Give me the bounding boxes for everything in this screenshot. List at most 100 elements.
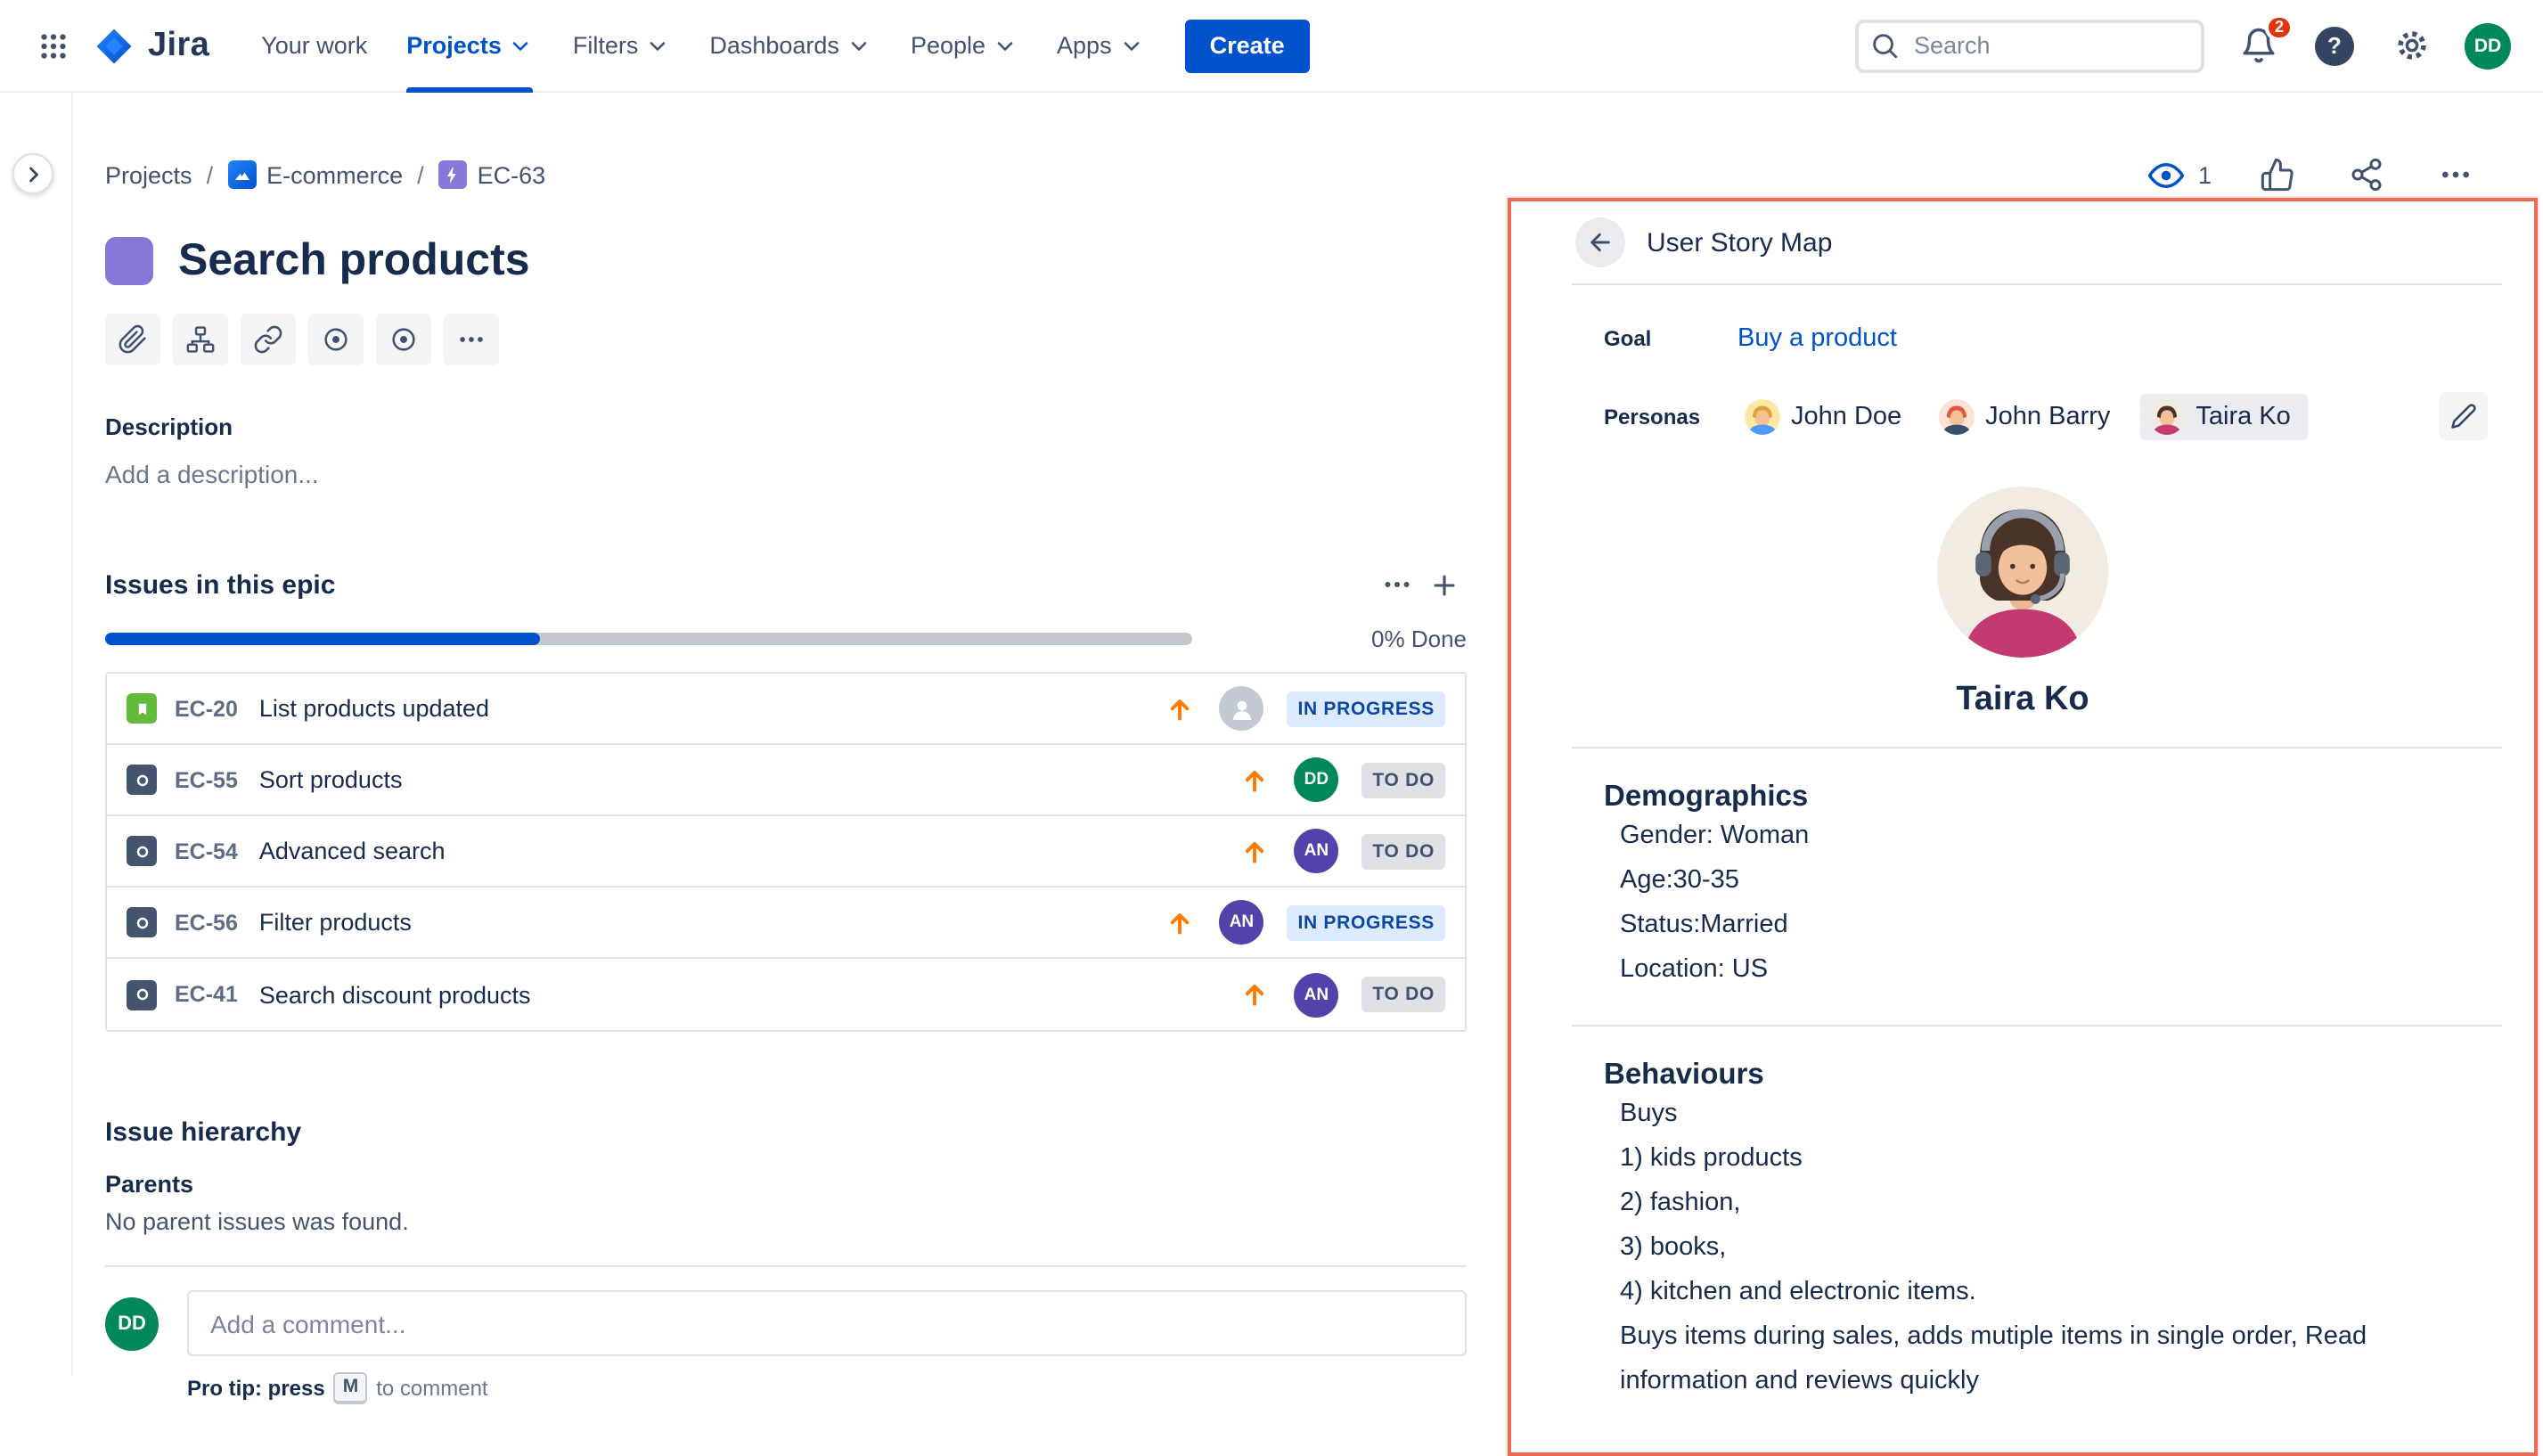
gear-icon [2392, 27, 2430, 64]
issue-row[interactable]: EC-20 List products updated IN PROGRESS [107, 674, 1465, 745]
divider [1572, 283, 2502, 285]
persona-chip-john-doe[interactable]: John Doe [1738, 393, 1909, 439]
persona-chip-taira-ko[interactable]: Taira Ko [2140, 393, 2308, 439]
jira-logo-icon [93, 24, 135, 67]
breadcrumb-projects[interactable]: Projects [105, 161, 192, 188]
notifications-button[interactable]: 2 [2235, 22, 2281, 69]
story-type-icon [127, 693, 157, 724]
epic-type-icon [438, 160, 467, 189]
attach-button[interactable] [105, 314, 160, 365]
issue-row-meta: IN PROGRESS [1164, 686, 1445, 731]
nav-item-people[interactable]: People [911, 0, 1018, 92]
add-child-issue-button[interactable] [173, 314, 228, 365]
behaviours-title: Behaviours [1604, 1059, 2463, 1092]
navbar-left: Jira Your work Projects Filters Dashboar… [25, 0, 1310, 91]
issue-key-link[interactable]: EC-54 [175, 838, 238, 863]
current-user-avatar: DD [105, 1296, 159, 1350]
issue-summary[interactable]: Search discount products [259, 981, 531, 1008]
watch-button[interactable]: 1 [2148, 156, 2212, 193]
settings-button[interactable] [2388, 22, 2434, 69]
more-tools-button[interactable] [444, 314, 499, 365]
target-button[interactable] [376, 314, 431, 365]
ring-icon [133, 913, 151, 931]
goal-link[interactable]: Buy a product [1738, 324, 1897, 353]
assignee-avatar[interactable]: AN [1219, 900, 1263, 945]
target-icon [388, 324, 419, 355]
issue-summary[interactable]: Sort products [259, 766, 403, 793]
ellipsis-icon [456, 324, 487, 355]
page-title[interactable]: Search products [178, 235, 530, 287]
issue-summary[interactable]: Filter products [259, 909, 412, 936]
person-avatar-icon [2149, 398, 2185, 434]
assignee-avatar[interactable]: DD [1294, 757, 1338, 802]
logo-text: Jira [148, 26, 209, 65]
nav-item-your-work[interactable]: Your work [261, 0, 367, 92]
issue-key-link[interactable]: EC-20 [175, 696, 238, 721]
user-avatar[interactable]: DD [2465, 22, 2511, 69]
issue-row[interactable]: EC-54 Advanced search AN TO DO [107, 816, 1465, 888]
nav-item-projects[interactable]: Projects [406, 0, 534, 92]
issue-summary[interactable]: Advanced search [259, 838, 446, 864]
assignee-avatar-unassigned[interactable] [1219, 686, 1263, 731]
panel-header: User Story Map [1511, 201, 2534, 283]
page-actions: 1 [2148, 151, 2479, 198]
issue-row[interactable]: EC-56 Filter products AN IN PROGRESS [107, 888, 1465, 959]
link-issue-button[interactable] [241, 314, 296, 365]
nav-item-apps[interactable]: Apps [1057, 0, 1144, 92]
scope-button[interactable] [308, 314, 364, 365]
issue-summary[interactable]: List products updated [259, 695, 489, 722]
status-badge[interactable]: TO DO [1361, 833, 1445, 869]
back-button[interactable] [1575, 217, 1625, 267]
priority-high-icon [1239, 835, 1271, 867]
like-button[interactable] [2254, 151, 2301, 198]
paperclip-icon [118, 324, 148, 355]
title-row: Search products [105, 235, 1467, 287]
issue-key-link[interactable]: EC-55 [175, 767, 238, 792]
edit-personas-button[interactable] [2440, 392, 2488, 440]
behaviour-item: 3) books, [1620, 1226, 2463, 1271]
help-button[interactable]: ? [2311, 22, 2358, 69]
parents-label: Parents [105, 1171, 1467, 1198]
demographics-section: Demographics Gender: Woman Age:30-35 Sta… [1604, 781, 2463, 993]
ellipsis-icon [1381, 568, 1413, 601]
issue-row[interactable]: EC-55 Sort products DD TO DO [107, 745, 1465, 816]
create-button[interactable]: Create [1185, 19, 1310, 72]
divider [105, 1265, 1467, 1267]
status-badge[interactable]: IN PROGRESS [1287, 691, 1445, 726]
epic-more-button[interactable] [1374, 563, 1420, 606]
more-actions-button[interactable] [2433, 151, 2479, 198]
nav-item-label: Projects [406, 32, 502, 59]
share-button[interactable] [2343, 151, 2390, 198]
persona-chip-john-barry[interactable]: John Barry [1932, 393, 2117, 439]
epic-progress-bar [105, 633, 1192, 645]
issue-row[interactable]: EC-41 Search discount products AN TO DO [107, 959, 1465, 1030]
issue-toolbar [105, 314, 1467, 365]
breadcrumb-project[interactable]: E-commerce [227, 160, 403, 189]
status-badge[interactable]: TO DO [1361, 762, 1445, 798]
epic-add-issue-button[interactable] [1420, 563, 1467, 606]
nav-item-filters[interactable]: Filters [573, 0, 671, 92]
comment-section: DD Pro tip: press M to comment [105, 1290, 1467, 1404]
description-placeholder[interactable]: Add a description... [105, 460, 1467, 488]
issue-key-link[interactable]: EC-56 [175, 910, 238, 935]
breadcrumb-issue[interactable]: EC-63 [438, 160, 546, 189]
persona-avatar-icon [1939, 398, 1975, 434]
nav-item-dashboards[interactable]: Dashboards [709, 0, 871, 92]
person-avatar-icon [1939, 398, 1975, 434]
issue-row-meta: DD TO DO [1239, 757, 1445, 802]
chevron-right-icon [20, 161, 45, 186]
breadcrumb-issue-label: EC-63 [478, 161, 546, 188]
breadcrumb-row: Projects / E-commerce / EC-63 [105, 151, 2479, 198]
app-switcher-icon[interactable] [25, 17, 82, 74]
issue-key-link[interactable]: EC-41 [175, 982, 238, 1007]
chevron-down-icon [846, 33, 871, 58]
jira-logo[interactable]: Jira [93, 24, 209, 67]
comment-input[interactable] [187, 1290, 1467, 1356]
assignee-avatar[interactable]: AN [1294, 829, 1338, 873]
status-badge[interactable]: IN PROGRESS [1287, 904, 1445, 940]
assignee-avatar[interactable]: AN [1294, 972, 1338, 1017]
search-input[interactable] [1855, 19, 2204, 72]
status-badge[interactable]: TO DO [1361, 977, 1445, 1012]
epic-issues-section: Issues in this epic 0% Done [105, 563, 1467, 1032]
expand-sidebar-button[interactable] [12, 153, 53, 194]
